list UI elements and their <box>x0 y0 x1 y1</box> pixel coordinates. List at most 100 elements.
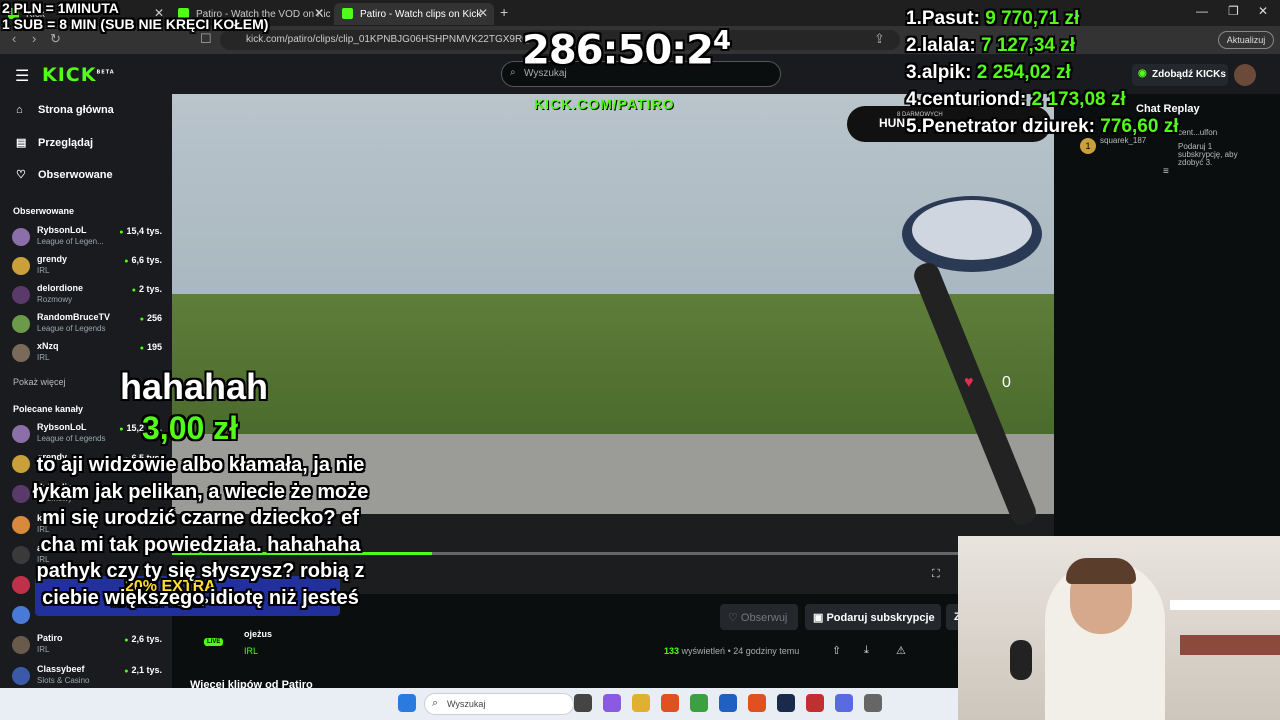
brave-alt-icon[interactable] <box>748 694 766 712</box>
chat-filter-icon[interactable]: ≡ <box>1163 166 1169 177</box>
leaderboard-rank: 1. <box>906 8 922 29</box>
follow-button[interactable]: ♡ Obserwuj <box>720 604 798 630</box>
webcam-microphone <box>1010 640 1032 680</box>
recommended-channel-item[interactable]: PatiroIRL 2,6 tys. <box>12 632 162 658</box>
minimize-window-button[interactable]: — <box>1196 4 1208 18</box>
donation-message: to aji widzowie albo kłamała, ja nie łyk… <box>32 454 369 609</box>
chrome-icon[interactable] <box>690 694 708 712</box>
channel-avatar <box>12 257 30 275</box>
channel-name: RandomBruceTV <box>37 312 111 322</box>
kick-logo[interactable]: KICKBETA <box>42 64 115 86</box>
bookmark-icon[interactable]: ☐ <box>200 31 212 47</box>
update-browser-button[interactable]: Aktualizuj <box>1218 31 1274 49</box>
leaderboard-entry: 1.Pasut: 9 770,71 zł <box>906 8 1079 30</box>
share-icon[interactable]: ⇪ <box>874 31 885 47</box>
heart-rate-icon: ♥ <box>964 374 974 391</box>
phone-mount-graphic <box>902 196 1042 526</box>
new-tab-button[interactable]: + <box>500 4 508 20</box>
leaderboard-name: alpik: <box>921 62 972 83</box>
channel-category: League of Legen... <box>37 237 104 246</box>
channel-name: grendy <box>37 254 68 264</box>
followed-channel-item[interactable]: xNzq IRL 195 <box>12 340 162 366</box>
maximize-window-button[interactable]: ❐ <box>1228 4 1239 18</box>
nav-home[interactable]: ⌂ Strona główna <box>16 104 114 116</box>
webcam-shelf <box>1170 600 1280 610</box>
channel-name: Patiro <box>37 633 63 644</box>
chat-gift-line-3: zdobyć 3. <box>1178 158 1213 167</box>
channel-viewers: 2,1 tys. <box>124 665 162 675</box>
nav-browse[interactable]: ▤ Przeglądaj <box>16 136 93 149</box>
hamburger-menu-icon[interactable]: ☰ <box>15 66 29 86</box>
donor-name: hahahah <box>120 366 269 407</box>
user-avatar[interactable] <box>1234 64 1256 86</box>
channel-category: IRL <box>37 353 50 362</box>
donation-rule-2: 1 SUB = 8 MIN (SUB NIE KRĘCI KOŁEM) <box>2 16 269 32</box>
close-tab-icon[interactable]: ✕ <box>314 6 324 20</box>
store-icon[interactable] <box>719 694 737 712</box>
app-icon[interactable] <box>806 694 824 712</box>
close-tab-icon[interactable]: ✕ <box>478 6 488 20</box>
chat-user-2: cent...ulfon <box>1178 128 1218 137</box>
followed-channel-item[interactable]: RandomBruceTV League of Legends 256 <box>12 311 162 337</box>
browser-tab-3-active[interactable]: Patiro - Watch clips on Kick ✕ <box>334 3 494 25</box>
channel-viewers: 6,6 tys. <box>124 255 162 265</box>
forward-icon[interactable]: › <box>32 31 36 46</box>
recommended-channel-item[interactable]: ClassybeefSlots & Casino 2,1 tys. <box>12 663 162 689</box>
kicks-coin-icon: ◉ <box>1138 68 1147 79</box>
followed-channel-item[interactable]: grendy IRL 6,6 tys. <box>12 253 162 279</box>
leaderboard-amount: 9 770,71 zł <box>985 8 1080 29</box>
close-window-button[interactable]: ✕ <box>1258 4 1268 18</box>
copilot-icon[interactable] <box>603 694 621 712</box>
fullscreen-icon[interactable]: ⛶ <box>932 568 940 581</box>
heart-icon: ♡ <box>16 169 26 181</box>
show-more-link[interactable]: Pokaż więcej <box>13 377 66 387</box>
calculator-icon[interactable] <box>864 694 882 712</box>
share-icon[interactable]: ⇧ <box>832 644 841 657</box>
leaderboard-entry: 4.centuriond: 2 173,08 zł <box>906 89 1126 111</box>
kick-favicon-icon <box>342 8 353 19</box>
gift-subscription-button[interactable]: ▣ Podaruj subskrypcje <box>805 604 941 630</box>
followed-channel-item[interactable]: RybsonLoL League of Legen... 15,4 tys. <box>12 224 162 250</box>
leaderboard-entry: 3.alpik: 2 254,02 zł <box>906 62 1071 84</box>
report-icon[interactable]: ⚠ <box>896 644 906 657</box>
leaderboard-amount: 7 127,34 zł <box>981 35 1076 56</box>
file-explorer-icon[interactable] <box>574 694 592 712</box>
windows-start-icon[interactable] <box>398 694 416 712</box>
recommended-channel-item[interactable]: RybsonLoLLeague of Legends15,2 tys. <box>12 421 162 447</box>
taskbar-search-input[interactable]: ⌕ Wyszukaj <box>424 693 574 715</box>
leaderboard-entry: 2.lalala: 7 127,34 zł <box>906 35 1075 57</box>
folder-icon[interactable] <box>632 694 650 712</box>
brave-icon[interactable] <box>661 694 679 712</box>
channel-name: xNzq <box>37 341 59 351</box>
leaderboard-rank: 3. <box>906 62 922 83</box>
leaderboard-entry: 5.Penetrator dziurek: 776,60 zł <box>906 116 1178 138</box>
views-info: 133 wyświetleń • 24 godziny temu <box>664 646 800 656</box>
followed-section-title: Obserwowane <box>13 206 75 216</box>
discord-icon[interactable] <box>835 694 853 712</box>
video-watermark: KICK.COM/PATIRO <box>534 96 675 112</box>
back-icon[interactable]: ‹ <box>12 31 16 46</box>
streamer-name[interactable]: ojeżus <box>244 629 272 639</box>
download-icon[interactable]: ⤓ <box>864 644 869 657</box>
recommended-section-title: Polecane kanały <box>13 404 84 414</box>
channel-category: League of Legends <box>37 434 106 443</box>
channel-name: Classybeef <box>37 663 85 674</box>
chat-title: Chat Replay <box>1136 103 1200 115</box>
channel-category: Slots & Casino <box>37 675 90 685</box>
followed-channel-item[interactable]: delordione Rozmowy 2 tys. <box>12 282 162 308</box>
leaderboard-name: centuriond: <box>921 89 1027 110</box>
channel-category: IRL <box>37 266 50 275</box>
nav-following[interactable]: ♡ Obserwowane <box>16 168 113 181</box>
get-kicks-button[interactable]: ◉ Zdobądź KICKs <box>1132 64 1228 86</box>
channel-category: IRL <box>37 645 50 655</box>
gift-icon: ▣ <box>813 612 827 624</box>
donation-rule-1: 2 PLN = 1MINUTA <box>2 0 119 16</box>
channel-name: RybsonLoL <box>37 225 87 235</box>
leaderboard-name: Pasut: <box>921 8 980 29</box>
steam-icon[interactable] <box>777 694 795 712</box>
reload-icon[interactable]: ↻ <box>50 31 61 47</box>
gift-badge-icon: 1 <box>1080 138 1096 154</box>
channel-avatar <box>12 228 30 246</box>
streamer-category[interactable]: IRL <box>244 646 258 656</box>
channel-avatar <box>12 666 30 685</box>
